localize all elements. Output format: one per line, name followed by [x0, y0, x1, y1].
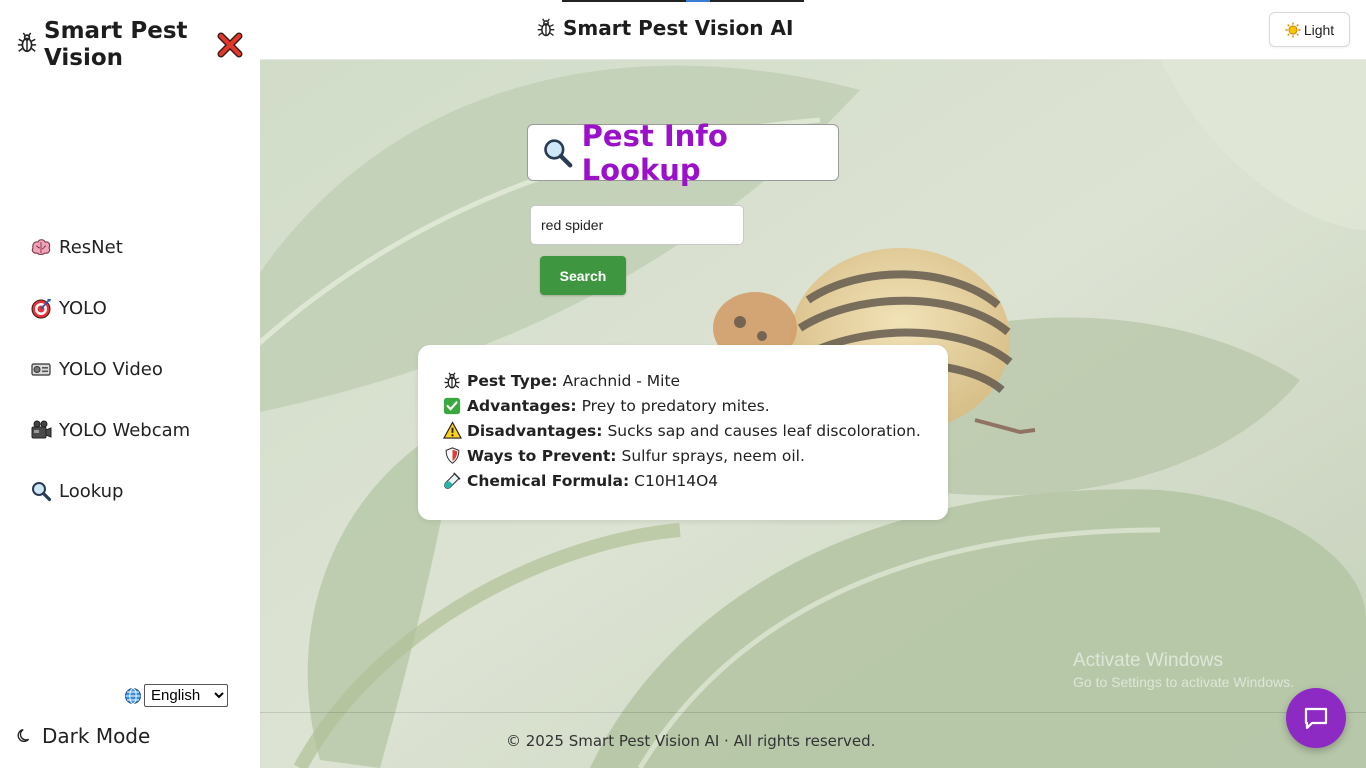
- lookup-title: Pest Info Lookup: [581, 118, 728, 187]
- sidebar-item-yolo-webcam[interactable]: YOLO Webcam: [30, 409, 190, 451]
- brand: Smart Pest Vision: [16, 18, 214, 72]
- activation-watermark: Activate Windows Go to Settings to activ…: [1073, 650, 1294, 690]
- bug-icon: [442, 371, 462, 391]
- sidebar-item-label: ResNet: [59, 236, 123, 258]
- row-value: Sulfur sprays, neem oil.: [621, 446, 805, 465]
- sidebar-item-label: YOLO Webcam: [59, 419, 191, 441]
- row-label: Disadvantages:: [467, 421, 603, 440]
- video-projector-icon: [30, 358, 52, 380]
- language-selector: English: [124, 684, 228, 707]
- sidebar-item-resnet[interactable]: ResNet: [30, 226, 190, 268]
- warning-icon: [442, 421, 462, 441]
- dark-mode-toggle[interactable]: Dark Mode: [16, 724, 150, 748]
- row-value: Arachnid - Mite: [562, 371, 681, 390]
- pest-info-card: Pest Type: Arachnid - Mite Advantages: P…: [418, 345, 948, 520]
- row-label: Pest Type:: [467, 371, 558, 390]
- top-bar: Smart Pest Vision AI Light: [260, 0, 1366, 60]
- row-value: Sucks sap and causes leaf discoloration.: [607, 421, 921, 440]
- magnifier-icon: [30, 480, 52, 502]
- bug-icon: [537, 18, 555, 37]
- advantages-row: Advantages: Prey to predatory mites.: [442, 393, 948, 418]
- row-label: Ways to Prevent:: [467, 446, 617, 465]
- app-title-text: Smart Pest Vision AI: [563, 16, 794, 40]
- sun-icon: [1285, 21, 1301, 38]
- sidebar-item-label: YOLO: [59, 297, 107, 319]
- row-value: C10H14O4: [634, 471, 719, 490]
- footer-divider: [260, 712, 1366, 713]
- sidebar-item-label: YOLO Video: [59, 358, 163, 380]
- search-button[interactable]: Search: [540, 256, 626, 295]
- row-label: Advantages:: [467, 396, 577, 415]
- moon-icon: [17, 729, 30, 742]
- app-title: Smart Pest Vision AI: [536, 16, 793, 40]
- sidebar-item-label: Lookup: [59, 480, 124, 502]
- pest-search-input[interactable]: [530, 205, 744, 245]
- main-content: Pest Info Lookup Search Pest Type: Arach…: [260, 60, 1366, 768]
- globe-icon: [125, 687, 141, 704]
- close-icon[interactable]: [216, 31, 244, 59]
- pest-type-row: Pest Type: Arachnid - Mite: [442, 368, 948, 393]
- brand-title: Smart Pest Vision: [44, 18, 188, 71]
- row-value: Prey to predatory mites.: [581, 396, 770, 415]
- chat-button[interactable]: [1286, 688, 1346, 748]
- footer-text: © 2025 Smart Pest Vision AI · All rights…: [506, 732, 876, 750]
- loading-progress-bar: [562, 0, 804, 2]
- progress-indicator: [686, 0, 710, 2]
- dark-mode-label: Dark Mode: [42, 724, 151, 748]
- brain-icon: [30, 236, 52, 258]
- prevention-row: Ways to Prevent: Sulfur sprays, neem oil…: [442, 443, 948, 468]
- chat-bubble-icon: [1304, 707, 1328, 730]
- sidebar-nav: ResNet YOLO YOLO Video YOLO Webcam Looku…: [30, 226, 190, 531]
- theme-toggle-button[interactable]: Light: [1269, 12, 1350, 47]
- shield-icon: [442, 446, 462, 466]
- check-mark-icon: [442, 396, 462, 416]
- lookup-heading: Pest Info Lookup: [527, 119, 839, 187]
- watermark-line-2: Go to Settings to activate Windows.: [1073, 674, 1294, 690]
- video-camera-icon: [30, 419, 52, 441]
- language-select[interactable]: English: [144, 684, 228, 707]
- disadvantages-row: Disadvantages: Sucks sap and causes leaf…: [442, 418, 948, 443]
- magnifier-icon: [544, 138, 573, 168]
- chemical-formula-row: Chemical Formula: C10H14O4: [442, 468, 948, 493]
- theme-toggle-label: Light: [1303, 21, 1335, 38]
- test-tube-icon: [442, 471, 462, 491]
- watermark-line-1: Activate Windows: [1073, 650, 1223, 671]
- sidebar-item-lookup[interactable]: Lookup: [30, 470, 190, 512]
- target-icon: [30, 297, 52, 319]
- sidebar-item-yolo[interactable]: YOLO: [30, 287, 190, 329]
- sidebar-item-yolo-video[interactable]: YOLO Video: [30, 348, 190, 390]
- sidebar: Smart Pest Vision ResNet YOLO YOLO Video…: [0, 0, 260, 768]
- row-label: Chemical Formula:: [467, 471, 630, 490]
- bug-icon: [17, 32, 37, 53]
